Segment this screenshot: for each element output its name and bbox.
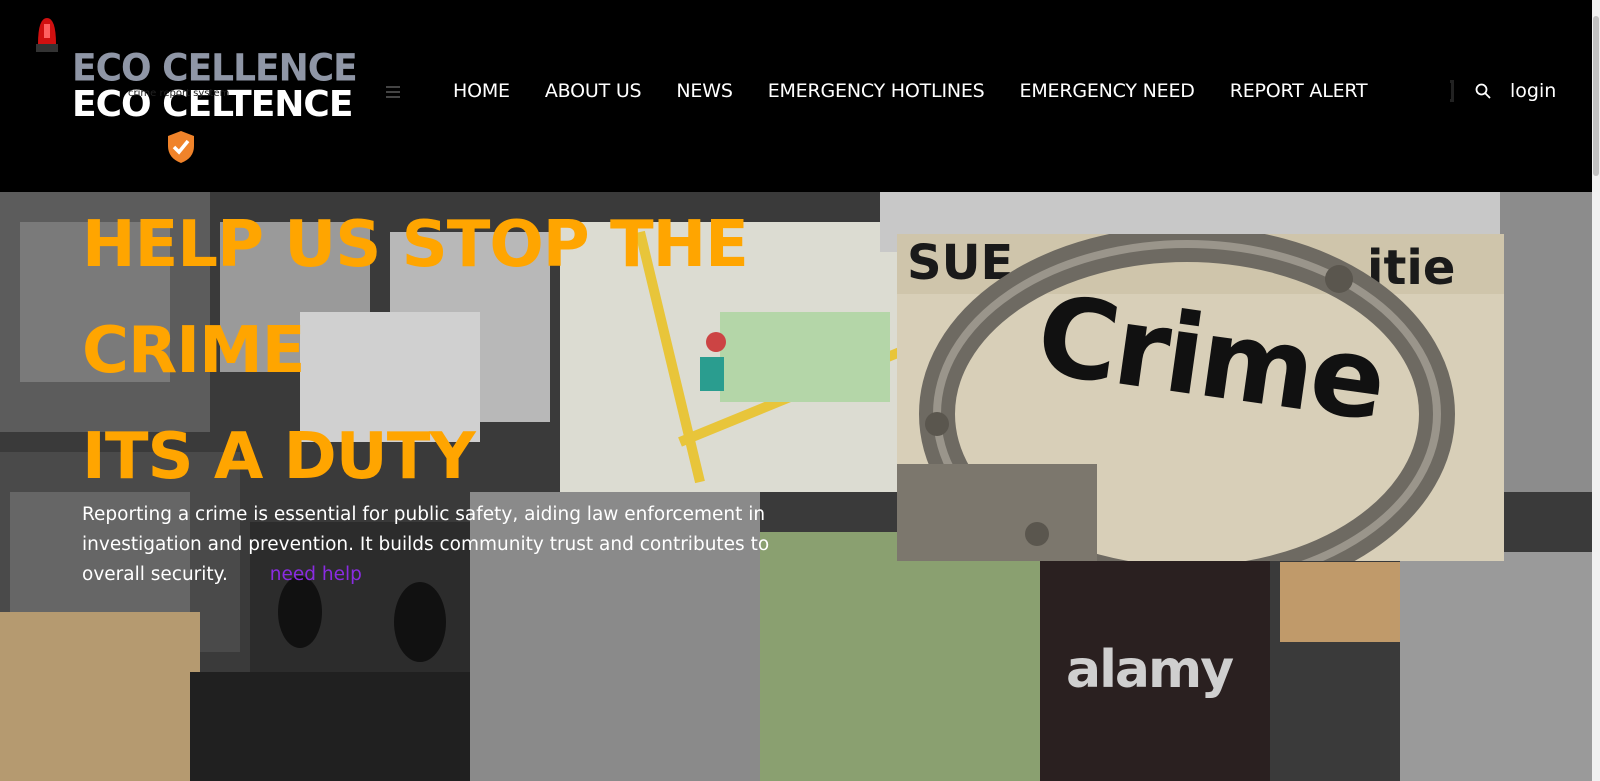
watermark-text: alamy bbox=[1066, 640, 1234, 700]
nav-about-us[interactable]: ABOUT US bbox=[545, 80, 642, 108]
page-scrollbar[interactable] bbox=[1592, 0, 1600, 781]
nav-news[interactable]: NEWS bbox=[676, 80, 732, 108]
nav-divider bbox=[1450, 80, 1454, 102]
shield-check-icon bbox=[168, 131, 194, 163]
nav-emergency-need[interactable]: EMERGENCY NEED bbox=[1020, 80, 1195, 108]
site-header: ECO CELLENCE ECO CELTENCE crime report s… bbox=[0, 0, 1592, 192]
nav-report-alert[interactable]: REPORT ALERT bbox=[1230, 80, 1368, 108]
scrollbar-thumb[interactable] bbox=[1593, 16, 1599, 176]
hero-title-line-1: HELP US STOP THE bbox=[82, 208, 749, 282]
brand-logo[interactable]: ECO CELLENCE ECO CELTENCE crime report s… bbox=[72, 47, 358, 168]
main-nav: HOME ABOUT US NEWS EMERGENCY HOTLINES EM… bbox=[453, 80, 1402, 108]
nav-home[interactable]: HOME bbox=[453, 80, 510, 108]
siren-icon bbox=[36, 18, 58, 52]
hero-description: Reporting a crime is essential for publi… bbox=[82, 500, 832, 590]
nav-emergency-hotlines[interactable]: EMERGENCY HOTLINES bbox=[768, 80, 985, 108]
hero-title-line-3: ITS A DUTY bbox=[82, 420, 476, 494]
need-help-link[interactable]: need help bbox=[270, 564, 362, 585]
brand-tagline: crime report system bbox=[128, 88, 230, 99]
hero-title: HELP US STOP THE CRIME ITS A DUTY bbox=[82, 192, 749, 510]
hero-title-line-2: CRIME bbox=[82, 314, 305, 388]
crime-handcuffs-image: SUE itie Crime bbox=[897, 234, 1504, 561]
hero-section: alamy HELP US STOP THE CRIME ITS A DUTY … bbox=[0, 192, 1592, 781]
search-icon[interactable] bbox=[1474, 82, 1492, 100]
login-link[interactable]: login bbox=[1510, 80, 1556, 102]
hamburger-icon[interactable] bbox=[386, 86, 400, 98]
hero-body-text: Reporting a crime is essential for publi… bbox=[82, 504, 770, 585]
